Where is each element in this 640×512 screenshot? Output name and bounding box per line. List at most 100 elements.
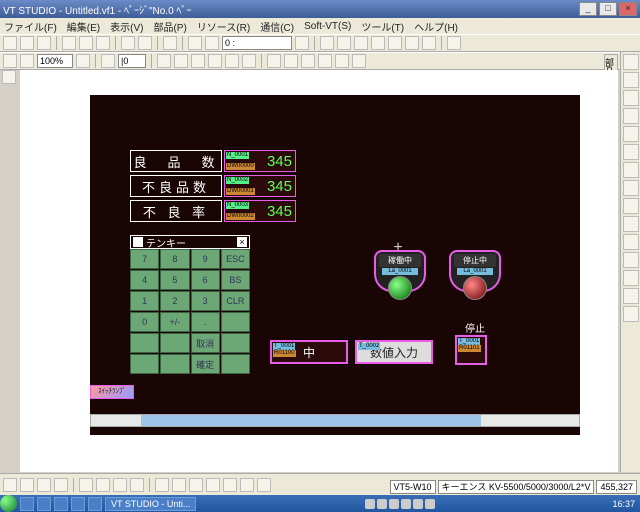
- bt-icon[interactable]: [155, 478, 169, 492]
- key-4[interactable]: 4: [130, 270, 159, 290]
- tb-zoom-icon[interactable]: [3, 54, 17, 68]
- task-icon[interactable]: [71, 497, 85, 511]
- key-blank[interactable]: [160, 354, 189, 374]
- tb-icon[interactable]: [354, 36, 368, 50]
- rtool-icon[interactable]: [623, 306, 639, 322]
- tray-icon[interactable]: [425, 499, 435, 509]
- tray-icon[interactable]: [413, 499, 423, 509]
- ltool-icon[interactable]: [2, 70, 16, 84]
- start-orb-icon[interactable]: [0, 495, 17, 512]
- tb-icon[interactable]: [101, 54, 115, 68]
- key-2[interactable]: 2: [160, 291, 189, 311]
- label-ng[interactable]: 不良品数: [130, 175, 222, 197]
- key-+/-[interactable]: +/-: [160, 312, 189, 332]
- design-canvas[interactable]: 良 品 数 N_0001DW00000345 不良品数 N_0002DW0000…: [90, 95, 580, 435]
- value-rate[interactable]: N_0003DW00002345: [224, 200, 296, 222]
- key-blank[interactable]: [160, 333, 189, 353]
- menu-tool[interactable]: ツール(T): [361, 19, 404, 34]
- tb-icon[interactable]: [301, 54, 315, 68]
- tb-icon[interactable]: [335, 54, 349, 68]
- maximize-button[interactable]: □: [599, 2, 617, 16]
- switch-lamp[interactable]: ｽｲｯﾁﾗﾝﾌﾟ: [90, 385, 134, 399]
- bt-icon[interactable]: [79, 478, 93, 492]
- menu-comm[interactable]: 通信(C): [260, 19, 294, 34]
- tenkey-header[interactable]: テンキー ×: [130, 235, 250, 249]
- zoom-combo[interactable]: 100%: [37, 54, 73, 68]
- rtool-icon[interactable]: [623, 180, 639, 196]
- key-0[interactable]: 0: [130, 312, 159, 332]
- tb-zoom-icon[interactable]: [20, 54, 34, 68]
- tb-icon[interactable]: [447, 36, 461, 50]
- bt-icon[interactable]: [113, 478, 127, 492]
- task-icon[interactable]: [88, 497, 102, 511]
- tray-icon[interactable]: [401, 499, 411, 509]
- rtool-icon[interactable]: [623, 270, 639, 286]
- checkbox-icon[interactable]: [133, 237, 143, 247]
- rtool-icon[interactable]: [623, 126, 639, 142]
- value-ng[interactable]: N_0002DW00001345: [224, 175, 296, 197]
- bt-icon[interactable]: [20, 478, 34, 492]
- key-blank[interactable]: [221, 312, 250, 332]
- tb-icon[interactable]: [267, 54, 281, 68]
- task-item[interactable]: VT STUDIO - Unti...: [105, 497, 196, 511]
- bt-icon[interactable]: [54, 478, 68, 492]
- key-blank[interactable]: [221, 333, 250, 353]
- page-combo[interactable]: 0 :: [222, 36, 292, 50]
- tb-icon[interactable]: [242, 54, 256, 68]
- key-ESC[interactable]: ESC: [221, 249, 250, 269]
- tb-save-icon[interactable]: [37, 36, 51, 50]
- tb-print-icon[interactable]: [163, 36, 177, 50]
- bt-icon[interactable]: [223, 478, 237, 492]
- menu-edit[interactable]: 編集(E): [67, 19, 100, 34]
- menu-file[interactable]: ファイル(F): [4, 19, 57, 34]
- tb-icon[interactable]: [295, 36, 309, 50]
- rtool-icon[interactable]: [623, 198, 639, 214]
- rtool-icon[interactable]: [623, 108, 639, 124]
- tb-icon[interactable]: [208, 54, 222, 68]
- tb-cut-icon[interactable]: [62, 36, 76, 50]
- tb-undo-icon[interactable]: [121, 36, 135, 50]
- tb-icon[interactable]: [188, 36, 202, 50]
- key-5[interactable]: 5: [160, 270, 189, 290]
- key-3[interactable]: 3: [191, 291, 220, 311]
- scrollbar-horizontal[interactable]: [90, 414, 580, 427]
- task-icon[interactable]: [54, 497, 68, 511]
- rtool-icon[interactable]: [623, 144, 639, 160]
- minimize-button[interactable]: _: [579, 2, 597, 16]
- tb-icon[interactable]: [320, 36, 334, 50]
- bt-icon[interactable]: [257, 478, 271, 492]
- rtool-icon[interactable]: [623, 288, 639, 304]
- close-icon[interactable]: ×: [237, 237, 247, 247]
- clock[interactable]: 16:37: [607, 499, 640, 509]
- rtool-icon[interactable]: [623, 216, 639, 232]
- bt-icon[interactable]: [130, 478, 144, 492]
- menu-parts[interactable]: 部品(P): [153, 19, 186, 34]
- tb-icon[interactable]: [352, 54, 366, 68]
- menu-softvt[interactable]: Soft-VT(S): [304, 21, 351, 32]
- bt-icon[interactable]: [189, 478, 203, 492]
- key-6[interactable]: 6: [191, 270, 220, 290]
- tb-icon[interactable]: [388, 36, 402, 50]
- tb-redo-icon[interactable]: [138, 36, 152, 50]
- task-icon[interactable]: [20, 497, 34, 511]
- rtool-icon[interactable]: [623, 252, 639, 268]
- tray-icon[interactable]: [365, 499, 375, 509]
- bt-icon[interactable]: [37, 478, 51, 492]
- bt-icon[interactable]: [206, 478, 220, 492]
- task-icon[interactable]: [37, 497, 51, 511]
- bt-icon[interactable]: [240, 478, 254, 492]
- key-7[interactable]: 7: [130, 249, 159, 269]
- tb-icon[interactable]: [225, 54, 239, 68]
- tb-icon[interactable]: [191, 54, 205, 68]
- key-9[interactable]: 9: [191, 249, 220, 269]
- key-.[interactable]: .: [191, 312, 220, 332]
- tb-new-icon[interactable]: [3, 36, 17, 50]
- tb-icon[interactable]: [157, 54, 171, 68]
- tray-icon[interactable]: [389, 499, 399, 509]
- key-8[interactable]: 8: [160, 249, 189, 269]
- rtool-icon[interactable]: [623, 54, 639, 70]
- menu-view[interactable]: 表示(V): [110, 19, 143, 34]
- lamp-running[interactable]: 稼働中 La_0001: [370, 250, 430, 292]
- tb-copy-icon[interactable]: [79, 36, 93, 50]
- key-blank[interactable]: [130, 354, 159, 374]
